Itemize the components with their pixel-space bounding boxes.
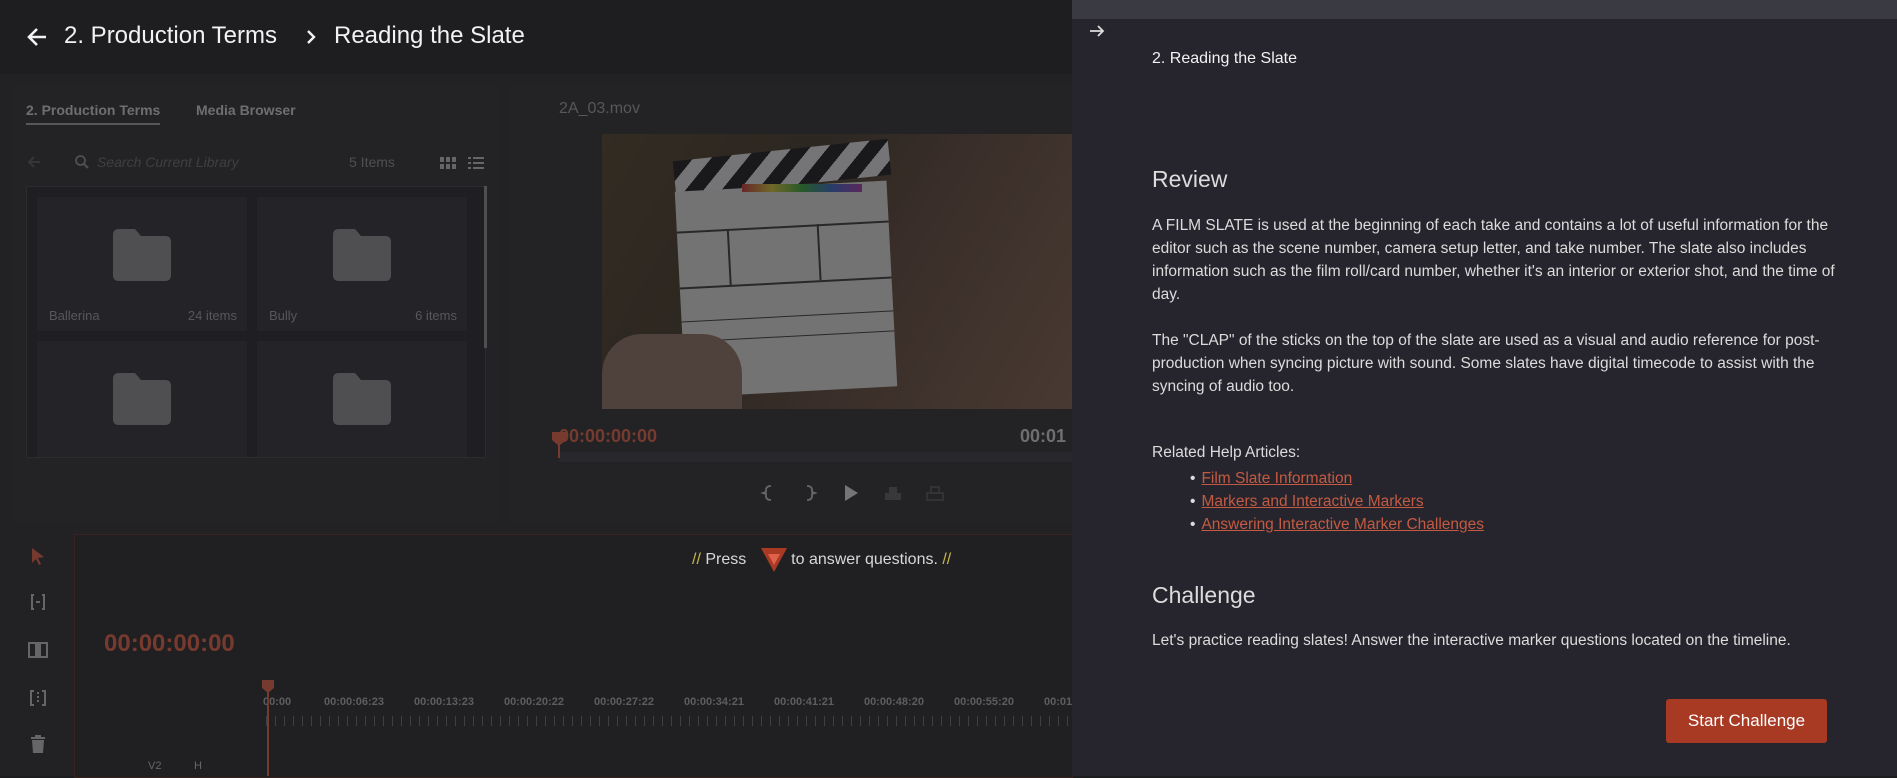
ruler-tick-label: 00:00:20:22 xyxy=(504,696,564,708)
timeline-ruler[interactable] xyxy=(266,716,1072,726)
folder-icon xyxy=(333,229,391,281)
review-paragraph-2: The "CLAP" of the sticks on the top of t… xyxy=(1152,332,1820,395)
library-search-input[interactable]: Search Current Library xyxy=(97,154,239,170)
back-arrow-icon[interactable] xyxy=(26,26,48,48)
ruler-tick-label: 00:00:13:23 xyxy=(414,696,474,708)
ripple-tool-icon[interactable] xyxy=(28,592,48,612)
related-articles-list: Film Slate Information Markers and Inter… xyxy=(1190,467,1484,536)
list-item: Answering Interactive Marker Challenges xyxy=(1190,513,1484,536)
insert-icon[interactable] xyxy=(884,484,902,502)
folder-item[interactable] xyxy=(37,341,247,457)
viewer-playhead-icon[interactable] xyxy=(552,432,566,458)
start-challenge-button[interactable]: Start Challenge xyxy=(1666,699,1827,743)
viewer-scrub-bar[interactable] xyxy=(559,452,1072,462)
folder-count: 6 items xyxy=(415,308,457,323)
hint-slash: // xyxy=(692,551,701,568)
hint-text-answer: to answer questions. xyxy=(791,551,938,568)
panel-subtitle: 2. Reading the Slate xyxy=(1152,50,1297,67)
video-frame xyxy=(602,134,1072,409)
trim-tool-icon[interactable] xyxy=(28,688,48,708)
breadcrumb-production-terms[interactable]: 2. Production Terms xyxy=(64,22,277,50)
challenge-heading: Challenge xyxy=(1152,582,1256,608)
hint-slash: // xyxy=(942,551,952,568)
mark-in-icon[interactable] xyxy=(760,484,778,502)
folder-name: Ballerina xyxy=(49,308,100,323)
viewer-current-timecode: 00:00:00:00 xyxy=(559,426,658,446)
top-bar: 2. Production Terms Reading the Slate xyxy=(0,0,1072,74)
interactive-marker-icon[interactable] xyxy=(759,546,789,574)
timeline-playhead-icon[interactable] xyxy=(262,680,274,776)
folder-name: Bully xyxy=(269,308,298,323)
folder-item[interactable]: Bully 6 items xyxy=(257,197,467,331)
link-markers-interactive-markers[interactable]: Markers and Interactive Markers xyxy=(1201,493,1423,510)
hand-image xyxy=(602,334,742,409)
tab-production-terms[interactable]: 2. Production Terms xyxy=(26,102,161,125)
ruler-tick-label: 00:00:41:21 xyxy=(774,696,834,708)
slip-tool-icon[interactable] xyxy=(28,640,48,660)
folder-count: 24 items xyxy=(187,308,237,323)
trash-icon[interactable] xyxy=(28,734,48,754)
chevron-right-icon xyxy=(307,30,316,44)
ruler-tick-label: 00:00:34:21 xyxy=(684,696,744,708)
collapse-panel-arrow-icon[interactable] xyxy=(1088,22,1106,40)
ruler-tick-label: 00:00:48:20 xyxy=(864,696,924,708)
ruler-tick-label: 00:00:55:20 xyxy=(954,696,1014,708)
folder-grid: Ballerina 24 items Bully 6 items xyxy=(26,186,486,458)
slate-color-bar xyxy=(742,184,862,192)
folder-icon xyxy=(333,373,391,425)
challenge-text: Let's practice reading slates! Answer th… xyxy=(1152,632,1791,649)
search-icon xyxy=(75,155,89,169)
related-articles-label: Related Help Articles: xyxy=(1152,444,1301,461)
track-label: H xyxy=(194,760,202,772)
hint-text-press: Press xyxy=(705,551,747,568)
clip-name: 2A_03.mov xyxy=(559,100,640,117)
folder-icon xyxy=(113,229,171,281)
panel-top-strip xyxy=(1072,0,1897,19)
library-items-count: 5 Items xyxy=(349,154,395,170)
folder-item[interactable] xyxy=(257,341,467,457)
tab-media-browser[interactable]: Media Browser xyxy=(196,102,296,118)
track-label: V2 xyxy=(148,760,162,772)
list-view-icon[interactable] xyxy=(468,157,484,169)
answer-hint: // Press to answer questions. // xyxy=(692,551,951,569)
folder-item[interactable]: Ballerina 24 items xyxy=(37,197,247,331)
play-icon[interactable] xyxy=(842,484,860,502)
overwrite-icon[interactable] xyxy=(926,484,944,502)
viewer-end-timecode: 00:01 xyxy=(1020,426,1067,446)
selection-tool-icon[interactable] xyxy=(28,546,48,566)
ruler-tick-label: 00:01 xyxy=(1044,696,1073,708)
help-panel: 2. Reading the Slate Review A FILM SLATE… xyxy=(1072,0,1897,776)
folder-icon xyxy=(113,373,171,425)
ruler-tick-label: 00:00:27:22 xyxy=(594,696,654,708)
link-film-slate-information[interactable]: Film Slate Information xyxy=(1201,470,1352,487)
review-paragraph-1: A FILM SLATE is used at the beginning of… xyxy=(1152,217,1835,303)
library-back-icon[interactable] xyxy=(26,154,42,170)
list-item: Markers and Interactive Markers xyxy=(1190,490,1484,513)
link-answering-challenges[interactable]: Answering Interactive Marker Challenges xyxy=(1201,516,1484,533)
breadcrumb-current-page: Reading the Slate xyxy=(334,22,525,49)
review-heading: Review xyxy=(1152,166,1228,192)
grid-view-icon[interactable] xyxy=(440,157,456,169)
ruler-tick-label: 00:00:06:23 xyxy=(324,696,384,708)
mark-out-icon[interactable] xyxy=(800,484,818,502)
list-item: Film Slate Information xyxy=(1190,467,1484,490)
timeline-timecode: 00:00:00:00 xyxy=(104,630,235,657)
library-scrollbar[interactable] xyxy=(484,186,487,348)
